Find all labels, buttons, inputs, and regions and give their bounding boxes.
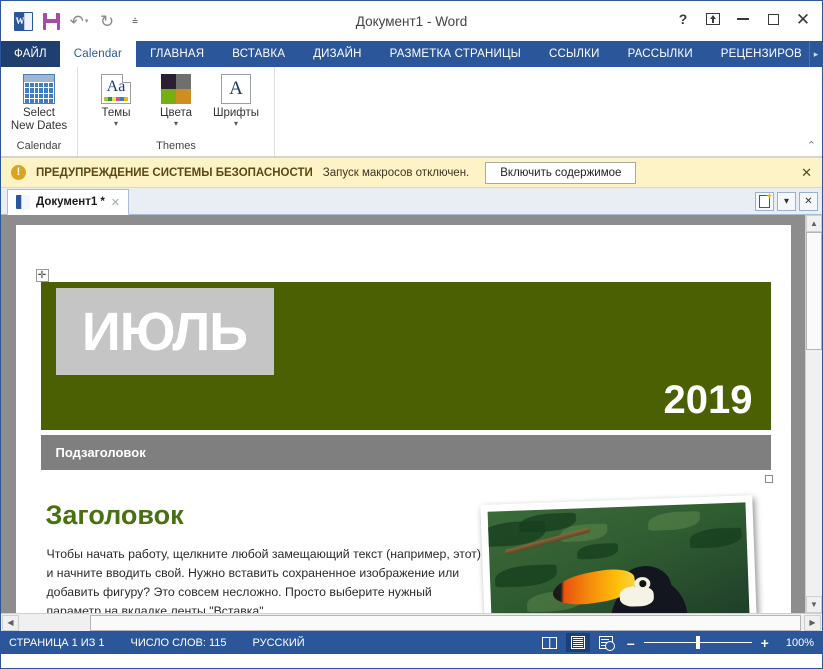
- toucan-photo[interactable]: [479, 495, 760, 613]
- tab-dropdown-button[interactable]: ▾: [777, 192, 796, 211]
- month-title-box[interactable]: ИЮЛЬ: [55, 288, 274, 375]
- horizontal-scroll-thumb[interactable]: [90, 614, 801, 631]
- photo-image: [487, 502, 752, 613]
- status-bar-right: – + 100%: [538, 633, 814, 652]
- quick-access-toolbar: W ↶ ▾ ↻ ⩮: [1, 9, 148, 33]
- enable-content-button[interactable]: Включить содержимое: [485, 161, 637, 184]
- security-warning-bar: ! ПРЕДУПРЕЖДЕНИЕ СИСТЕМЫ БЕЗОПАСНОСТИ За…: [1, 157, 822, 188]
- year-title: 2019: [663, 378, 753, 422]
- tab-references[interactable]: ССЫЛКИ: [535, 41, 614, 67]
- resize-handle[interactable]: [764, 475, 773, 483]
- calendar-icon: [23, 74, 55, 104]
- document-tab-label: Документ1 *: [36, 196, 105, 208]
- tab-calendar[interactable]: Calendar: [59, 41, 137, 67]
- document-tab-bar: Документ1 * ✕ ▾ ✕: [1, 188, 822, 215]
- move-handle-icon[interactable]: ✛: [35, 269, 49, 282]
- zoom-level[interactable]: 100%: [786, 637, 814, 649]
- select-new-dates-button[interactable]: Select New Dates: [9, 72, 69, 135]
- select-new-dates-label-1: Select: [23, 107, 55, 119]
- customize-qat-icon[interactable]: ⩮: [122, 9, 148, 33]
- close-tab-button[interactable]: ✕: [799, 192, 818, 211]
- warning-icon: !: [11, 165, 26, 180]
- tab-file[interactable]: ФАЙЛ: [1, 41, 60, 67]
- scroll-right-button[interactable]: ▶: [804, 614, 821, 631]
- subtitle-text: Подзаголовок: [55, 445, 146, 460]
- zoom-out-button[interactable]: –: [622, 635, 640, 651]
- document-page[interactable]: ✛ ИЮЛЬ 2019 Подзаголовок Заголовок Чтобы…: [15, 225, 791, 613]
- horizontal-scroll-track[interactable]: [20, 614, 803, 631]
- word-count[interactable]: ЧИСЛО СЛОВ: 115: [131, 637, 227, 649]
- subtitle-bar[interactable]: Подзаголовок: [40, 435, 771, 470]
- document-tab[interactable]: Документ1 * ✕: [7, 189, 130, 215]
- zoom-slider-knob[interactable]: [695, 636, 700, 649]
- tab-page-layout[interactable]: РАЗМЕТКА СТРАНИЦЫ: [376, 41, 535, 67]
- security-warning-close-icon[interactable]: ✕: [801, 165, 812, 181]
- colors-icon: [161, 74, 191, 104]
- web-layout-button[interactable]: [594, 633, 618, 652]
- scroll-down-button[interactable]: ▼: [806, 596, 822, 613]
- colors-caret-icon[interactable]: ▾: [174, 120, 178, 128]
- document-tab-close-icon[interactable]: ✕: [111, 196, 120, 209]
- document-tab-bar-controls: ▾ ✕: [755, 191, 818, 211]
- zoom-in-button[interactable]: +: [756, 635, 774, 651]
- tab-design[interactable]: ДИЗАЙН: [299, 41, 375, 67]
- word-app-icon[interactable]: W: [10, 9, 36, 33]
- new-document-button[interactable]: [755, 191, 774, 211]
- save-icon[interactable]: [38, 9, 64, 33]
- title-bar: W ↶ ▾ ↻ ⩮ Документ1 - Word ? ✕: [1, 1, 822, 41]
- vertical-scroll-thumb[interactable]: [806, 232, 822, 350]
- tab-overflow-icon[interactable]: ▸: [809, 41, 822, 67]
- themes-caret-icon[interactable]: ▾: [114, 120, 118, 128]
- redo-icon[interactable]: ↻: [94, 9, 120, 33]
- fonts-button[interactable]: A Шрифты ▾: [206, 72, 266, 129]
- vertical-scrollbar[interactable]: ▲ ▼: [805, 215, 822, 613]
- document-icon: [16, 195, 30, 209]
- page-canvas[interactable]: ✛ ИЮЛЬ 2019 Подзаголовок Заголовок Чтобы…: [1, 215, 805, 613]
- fonts-caret-icon[interactable]: ▾: [234, 120, 238, 128]
- security-warning-title: ПРЕДУПРЕЖДЕНИЕ СИСТЕМЫ БЕЗОПАСНОСТИ: [36, 166, 313, 179]
- month-title: ИЮЛЬ: [81, 301, 248, 362]
- security-warning-message: Запуск макросов отключен.: [322, 166, 470, 179]
- ribbon-options-icon[interactable]: [698, 4, 728, 34]
- help-button[interactable]: ?: [668, 4, 698, 34]
- select-new-dates-label-2: New Dates: [10, 120, 68, 132]
- ribbon-tab-strip: ФАЙЛ Calendar ГЛАВНАЯ ВСТАВКА ДИЗАЙН РАЗ…: [1, 41, 822, 67]
- horizontal-scrollbar[interactable]: ◀ ▶: [1, 613, 822, 631]
- vertical-scroll-track[interactable]: [806, 232, 822, 596]
- tab-insert[interactable]: ВСТАВКА: [218, 41, 299, 67]
- ribbon: Select New Dates Calendar Aa Темы ▾ Цвет…: [1, 67, 822, 157]
- ribbon-group-calendar-label: Calendar: [16, 140, 62, 152]
- word-window: W ↶ ▾ ↻ ⩮ Документ1 - Word ? ✕ ФАЙЛ Cale…: [0, 0, 823, 669]
- scroll-up-button[interactable]: ▲: [806, 215, 822, 232]
- maximize-button[interactable]: [758, 4, 788, 34]
- scroll-left-button[interactable]: ◀: [2, 614, 19, 631]
- fonts-icon: A: [221, 74, 251, 104]
- section-heading[interactable]: Заголовок: [46, 500, 184, 531]
- window-controls: ? ✕: [668, 1, 818, 37]
- zoom-slider[interactable]: [643, 636, 752, 649]
- themes-button[interactable]: Aa Темы ▾: [86, 72, 146, 129]
- ribbon-group-themes: Aa Темы ▾ Цвета ▾ A Шрифты ▾ Themes: [78, 67, 275, 156]
- collapse-ribbon-icon[interactable]: ⌃: [807, 139, 816, 152]
- close-button[interactable]: ✕: [788, 4, 818, 34]
- read-mode-button[interactable]: [538, 633, 562, 652]
- tab-mailings[interactable]: РАССЫЛКИ: [614, 41, 707, 67]
- ribbon-group-calendar: Select New Dates Calendar: [1, 67, 78, 156]
- tab-review[interactable]: РЕЦЕНЗИРОВ: [707, 41, 816, 67]
- language-indicator[interactable]: РУССКИЙ: [253, 637, 305, 649]
- print-layout-button[interactable]: [565, 633, 590, 652]
- new-doc-icon: [759, 191, 773, 208]
- colors-button[interactable]: Цвета ▾: [146, 72, 206, 129]
- page-indicator[interactable]: СТРАНИЦА 1 ИЗ 1: [9, 637, 105, 649]
- calendar-banner[interactable]: ИЮЛЬ 2019: [40, 282, 771, 430]
- tab-home[interactable]: ГЛАВНАЯ: [136, 41, 218, 67]
- themes-icon: Aa: [101, 74, 131, 104]
- minimize-button[interactable]: [728, 4, 758, 34]
- status-bar: СТРАНИЦА 1 ИЗ 1 ЧИСЛО СЛОВ: 115 РУССКИЙ …: [1, 631, 822, 654]
- undo-icon[interactable]: ↶ ▾: [66, 9, 92, 33]
- body-paragraph[interactable]: Чтобы начать работу, щелкните любой заме…: [47, 545, 483, 613]
- document-area: ✛ ИЮЛЬ 2019 Подзаголовок Заголовок Чтобы…: [1, 215, 822, 613]
- ribbon-group-themes-label: Themes: [156, 140, 196, 152]
